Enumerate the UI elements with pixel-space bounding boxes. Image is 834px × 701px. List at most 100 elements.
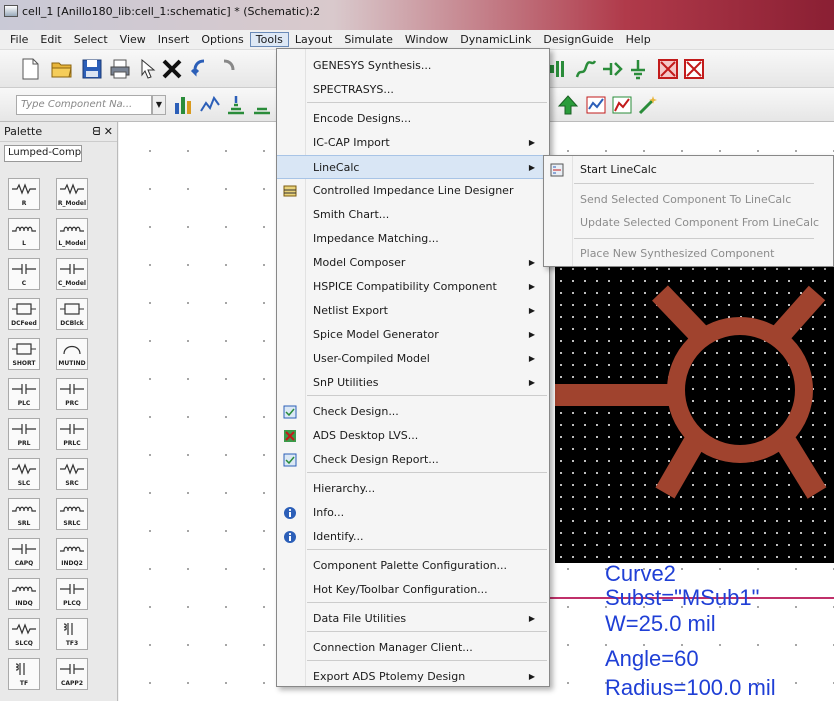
- submenu-item-start-linecalc[interactable]: Start LineCalc: [544, 158, 833, 182]
- palette-category-select[interactable]: Lumped-Compone ▾: [4, 145, 82, 162]
- menu-item-netlist-export[interactable]: Netlist Export ▶: [277, 299, 549, 323]
- menu-window[interactable]: Window: [399, 32, 454, 47]
- menu-help[interactable]: Help: [620, 32, 657, 47]
- palette-item-slc[interactable]: SLC: [8, 458, 40, 490]
- menu-item-linecalc[interactable]: LineCalc ▶: [277, 155, 549, 179]
- menu-item-hspice-compatibility-component[interactable]: HSPICE Compatibility Component ▶: [277, 275, 549, 299]
- print-icon[interactable]: [108, 57, 132, 81]
- component-name[interactable]: Curve2: [605, 561, 676, 587]
- menu-item-data-file-utilities[interactable]: Data File Utilities ▶: [277, 607, 549, 631]
- menu-select[interactable]: Select: [68, 32, 114, 47]
- menu-edit[interactable]: Edit: [34, 32, 67, 47]
- palette-item-srlc[interactable]: SRLC: [56, 498, 88, 530]
- menu-item-ads-desktop-lvs[interactable]: ADS Desktop LVS...: [277, 424, 549, 448]
- menu-item-ic-cap-import[interactable]: IC-CAP Import ▶: [277, 131, 549, 155]
- display-template-icon[interactable]: [610, 93, 634, 117]
- menu-item-smith-chart[interactable]: Smith Chart...: [277, 203, 549, 227]
- menu-separator: [307, 660, 547, 661]
- component-prop-width[interactable]: W=25.0 mil: [605, 611, 716, 637]
- select-pointer-icon[interactable]: [136, 57, 160, 81]
- menu-item-genesys-synthesis[interactable]: GENESYS Synthesis...: [277, 54, 549, 78]
- menu-insert[interactable]: Insert: [152, 32, 196, 47]
- menu-item-controlled-impedance-line-designer[interactable]: Controlled Impedance Line Designer: [277, 179, 549, 203]
- palette-item-dcfeed[interactable]: DCFeed: [8, 298, 40, 330]
- component-search-input[interactable]: Type Component Na...: [16, 95, 152, 115]
- palette-item-short[interactable]: SHORT: [8, 338, 40, 370]
- wire-component-icon[interactable]: [574, 57, 598, 81]
- palette-item-prlc[interactable]: PRLC: [56, 418, 88, 450]
- palette-item-c[interactable]: C: [8, 258, 40, 290]
- component-prop-subst[interactable]: Subst="MSub1": [605, 585, 759, 611]
- menu-designguide[interactable]: DesignGuide: [537, 32, 619, 47]
- menu-item-impedance-matching[interactable]: Impedance Matching...: [277, 227, 549, 251]
- palette-item-indq2[interactable]: INDQ2: [56, 538, 88, 570]
- component-icon[interactable]: [548, 57, 572, 81]
- simulate-icon[interactable]: [556, 93, 580, 117]
- palette-item-indq[interactable]: INDQ: [8, 578, 40, 610]
- palette-item-tf3[interactable]: TF3: [56, 618, 88, 650]
- palette-item-capq[interactable]: CAPQ: [8, 538, 40, 570]
- menu-tools[interactable]: Tools: [249, 32, 289, 47]
- palette-item-capp2[interactable]: CAPP2: [56, 658, 88, 690]
- redo-icon[interactable]: [216, 57, 240, 81]
- menu-item-encode-designs[interactable]: Encode Designs...: [277, 107, 549, 131]
- palette-item-srl[interactable]: SRL: [8, 498, 40, 530]
- palette-item-r[interactable]: R: [8, 178, 40, 210]
- palette-item-plcq[interactable]: PLCQ: [56, 578, 88, 610]
- palette-item-l-model[interactable]: L_Model: [56, 218, 88, 250]
- palette-item-c-model[interactable]: C_Model: [56, 258, 88, 290]
- component-symbol-icon: [60, 546, 84, 552]
- menu-item-identify[interactable]: Identify...: [277, 525, 549, 549]
- menu-item-info[interactable]: Info...: [277, 501, 549, 525]
- menu-item-check-design-report[interactable]: Check Design Report...: [277, 448, 549, 472]
- deactivate-icon[interactable]: [656, 57, 680, 81]
- undo-icon[interactable]: [188, 57, 212, 81]
- menu-item-component-palette-configuration[interactable]: Component Palette Configuration...: [277, 554, 549, 578]
- menu-item-connection-manager-client[interactable]: Connection Manager Client...: [277, 636, 549, 660]
- palette-item-src[interactable]: SRC: [56, 458, 88, 490]
- data-display-icon[interactable]: [584, 93, 608, 117]
- port-icon[interactable]: [600, 57, 624, 81]
- palette-item-mutind[interactable]: MUTIND: [56, 338, 88, 370]
- menu-item-model-composer[interactable]: Model Composer ▶: [277, 251, 549, 275]
- palette-item-slcq[interactable]: SLCQ: [8, 618, 40, 650]
- component-search-dropdown[interactable]: ▼: [152, 95, 166, 115]
- yield-icon[interactable]: [250, 93, 274, 117]
- new-document-icon[interactable]: [18, 57, 42, 81]
- palette-item-prc[interactable]: PRC: [56, 378, 88, 410]
- menu-layout[interactable]: Layout: [289, 32, 338, 47]
- save-icon[interactable]: [80, 57, 104, 81]
- tuning-wand-icon[interactable]: [636, 93, 660, 117]
- ground-icon[interactable]: [626, 57, 650, 81]
- menu-item-snp-utilities[interactable]: SnP Utilities ▶: [277, 371, 549, 395]
- menu-item-spectrasys[interactable]: SPECTRASYS...: [277, 78, 549, 102]
- optimize-icon[interactable]: [224, 93, 248, 117]
- menu-item-user-compiled-model[interactable]: User-Compiled Model ▶: [277, 347, 549, 371]
- menu-simulate[interactable]: Simulate: [338, 32, 399, 47]
- palette-item-plc[interactable]: PLC: [8, 378, 40, 410]
- menu-options[interactable]: Options: [195, 32, 249, 47]
- open-folder-icon[interactable]: [50, 57, 74, 81]
- submenu-arrow-icon: ▶: [528, 330, 535, 339]
- delete-icon[interactable]: [160, 57, 184, 81]
- pin-icon[interactable]: ᗺ: [92, 125, 100, 138]
- menu-dynamiclink[interactable]: DynamicLink: [454, 32, 537, 47]
- menu-item-hot-key-toolbar-configuration[interactable]: Hot Key/Toolbar Configuration...: [277, 578, 549, 602]
- menu-file[interactable]: File: [4, 32, 34, 47]
- tuning-icon[interactable]: [198, 93, 222, 117]
- palette-item-r-model[interactable]: R_Model: [56, 178, 88, 210]
- component-prop-radius[interactable]: Radius=100.0 mil: [605, 675, 776, 701]
- close-icon[interactable]: ✕: [104, 125, 113, 138]
- palette-item-dcblck[interactable]: DCBlck: [56, 298, 88, 330]
- menu-view[interactable]: View: [114, 32, 152, 47]
- short-icon[interactable]: [682, 57, 706, 81]
- bar-chart-icon[interactable]: [172, 93, 196, 117]
- menu-item-spice-model-generator[interactable]: Spice Model Generator ▶: [277, 323, 549, 347]
- menu-item-check-design[interactable]: Check Design...: [277, 400, 549, 424]
- palette-item-prl[interactable]: PRL: [8, 418, 40, 450]
- palette-item-l[interactable]: L: [8, 218, 40, 250]
- palette-item-tf[interactable]: TF: [8, 658, 40, 690]
- menu-item-hierarchy[interactable]: Hierarchy...: [277, 477, 549, 501]
- menu-item-export-ads-ptolemy-design[interactable]: Export ADS Ptolemy Design ▶: [277, 665, 549, 689]
- component-prop-angle[interactable]: Angle=60: [605, 646, 699, 672]
